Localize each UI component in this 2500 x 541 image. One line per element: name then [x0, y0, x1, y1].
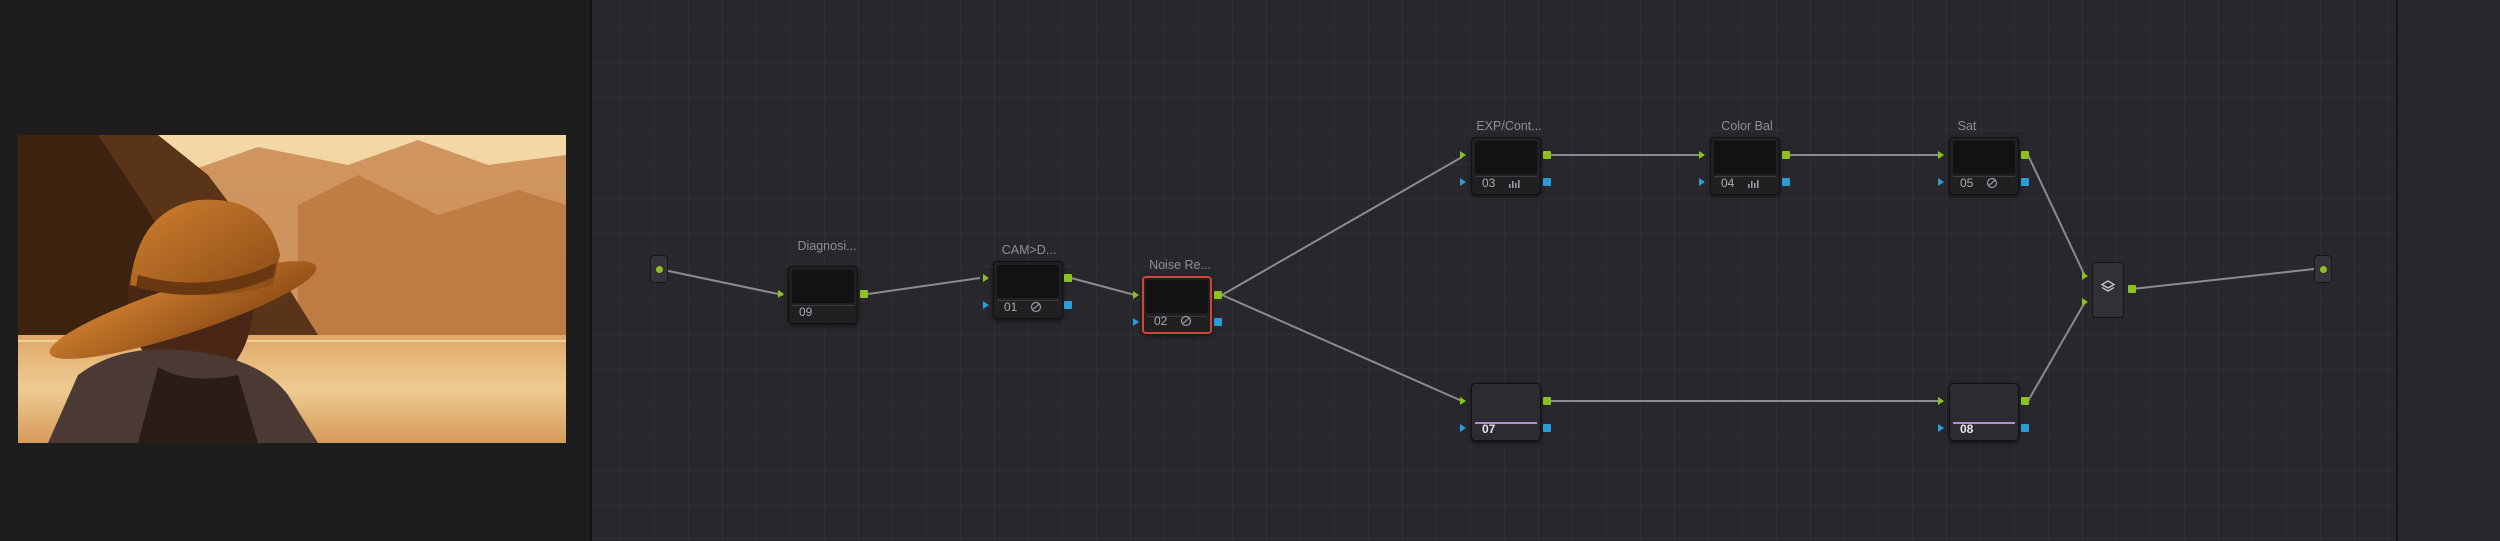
node-08-rgb-output[interactable]: [2021, 397, 2029, 405]
node-number: 01: [1004, 300, 1018, 314]
wire-05-mixer: [2027, 154, 2086, 277]
node-08-rgb-input[interactable]: [1938, 397, 1944, 405]
node-thumbnail: [1475, 387, 1537, 420]
node-02[interactable]: 02: [1142, 276, 1212, 334]
node-07-alpha-input[interactable]: [1460, 424, 1466, 432]
node-thumbnail: [1714, 141, 1776, 174]
node-05-rgb-output[interactable]: [2021, 151, 2029, 159]
node-05[interactable]: 05: [1949, 137, 2019, 195]
node-number: 09: [799, 305, 813, 319]
layer-mixer-output[interactable]: [2128, 285, 2136, 293]
node-08[interactable]: 08: [1949, 383, 2019, 441]
node-04[interactable]: 04: [1710, 137, 1780, 195]
node-number: 02: [1154, 314, 1168, 328]
node-03[interactable]: 03: [1471, 137, 1541, 195]
wire-09-01: [867, 277, 981, 295]
node-08-alpha-output[interactable]: [2021, 424, 2029, 432]
source-input-node[interactable]: [650, 255, 668, 283]
node-01-rgb-input[interactable]: [983, 274, 989, 282]
color-wheel-icon: [1030, 301, 1042, 313]
layer-mixer-input-1[interactable]: [2082, 272, 2088, 280]
node-number: 03: [1482, 176, 1496, 190]
node-02-rgb-output[interactable]: [1214, 291, 1222, 299]
node-thumbnail: [792, 270, 854, 303]
node-thumbnail: [1146, 280, 1208, 313]
node-02-alpha-input[interactable]: [1133, 318, 1139, 326]
wire-02-07: [1221, 294, 1463, 402]
curves-icon: [1747, 177, 1759, 189]
node-01-label: CAM>D...: [1001, 243, 1057, 257]
node-07-rgb-output[interactable]: [1543, 397, 1551, 405]
node-number: 04: [1721, 176, 1735, 190]
node-04-alpha-input[interactable]: [1699, 178, 1705, 186]
wire-mixer-output: [2131, 267, 2324, 290]
node-number: 08: [1960, 422, 1974, 436]
node-01-alpha-output[interactable]: [1064, 301, 1072, 309]
node-number: 05: [1960, 176, 1974, 190]
node-03-alpha-output[interactable]: [1543, 178, 1551, 186]
node-thumbnail: [1953, 141, 2015, 174]
wire-02-03: [1221, 156, 1463, 296]
node-04-rgb-input[interactable]: [1699, 151, 1705, 159]
node-01-alpha-input[interactable]: [983, 301, 989, 309]
node-09-rgb-input[interactable]: [778, 290, 784, 298]
node-05-label: Sat: [1957, 119, 1977, 133]
node-03-rgb-output[interactable]: [1543, 151, 1551, 159]
node-07-rgb-input[interactable]: [1460, 397, 1466, 405]
viewer-image: [18, 135, 566, 443]
node-04-alpha-output[interactable]: [1782, 178, 1790, 186]
viewer-panel: [0, 0, 590, 541]
node-01[interactable]: 01: [993, 261, 1063, 319]
node-number: 07: [1482, 422, 1496, 436]
node-02-rgb-input[interactable]: [1133, 291, 1139, 299]
node-05-alpha-input[interactable]: [1938, 178, 1944, 186]
wire-input-09: [658, 268, 784, 296]
node-02-alpha-output[interactable]: [1214, 318, 1222, 326]
node-09[interactable]: 09: [788, 266, 858, 324]
node-05-alpha-output[interactable]: [2021, 178, 2029, 186]
node-tree-output[interactable]: [2314, 255, 2332, 283]
color-page: Diagnosi... 09 CAM>D... 01 Noise Re... 0…: [0, 0, 2500, 541]
node-03-label: EXP/Cont...: [1476, 119, 1542, 133]
layer-mixer-node[interactable]: [2092, 262, 2124, 318]
node-thumbnail: [1953, 387, 2015, 420]
node-08-alpha-input[interactable]: [1938, 424, 1944, 432]
color-wheel-icon: [1180, 315, 1192, 327]
layer-mixer-input-2[interactable]: [2082, 298, 2088, 306]
node-07[interactable]: 07: [1471, 383, 1541, 441]
node-01-rgb-output[interactable]: [1064, 274, 1072, 282]
node-thumbnail: [1475, 141, 1537, 174]
right-side-panel: [2398, 0, 2500, 541]
node-02-label: Noise Re...: [1149, 258, 1211, 272]
node-03-alpha-input[interactable]: [1460, 178, 1466, 186]
node-thumbnail: [997, 265, 1059, 298]
wire-08-mixer: [2027, 301, 2086, 402]
node-05-rgb-input[interactable]: [1938, 151, 1944, 159]
node-07-alpha-output[interactable]: [1543, 424, 1551, 432]
curves-icon: [1508, 177, 1520, 189]
color-wheel-icon: [1986, 177, 1998, 189]
node-03-rgb-input[interactable]: [1460, 151, 1466, 159]
layers-icon: [2100, 279, 2116, 295]
node-09-rgb-output[interactable]: [860, 290, 868, 298]
wire-01-02: [1070, 277, 1136, 296]
node-09-label: Diagnosi...: [797, 239, 857, 253]
node-04-rgb-output[interactable]: [1782, 151, 1790, 159]
node-connections: [658, 154, 2324, 402]
node-graph[interactable]: Diagnosi... 09 CAM>D... 01 Noise Re... 0…: [592, 0, 2396, 541]
node-04-label: Color Bal: [1721, 119, 1773, 133]
